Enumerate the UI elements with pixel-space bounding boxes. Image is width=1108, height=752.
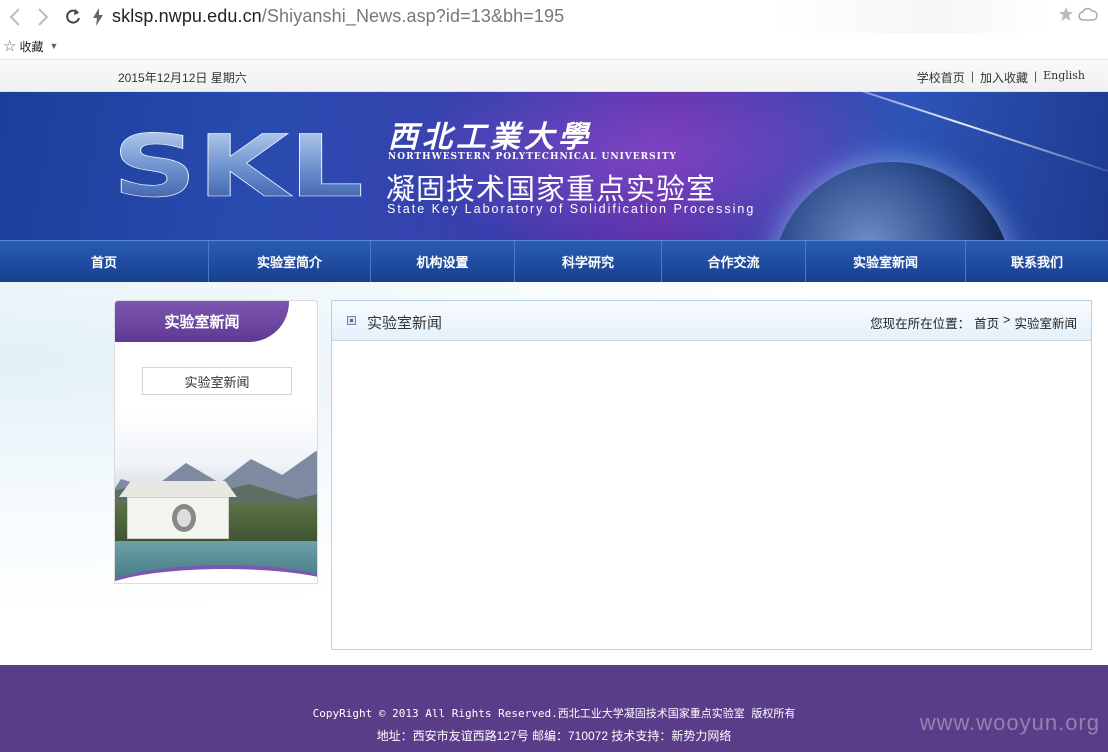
sidebar-item-news[interactable]: 实验室新闻 [142,367,292,395]
university-name-en: NORTHWESTERN POLYTECHNICAL UNIVERSITY [388,152,677,162]
top-links: 学校首页 | 加入收藏 | English [917,69,1085,86]
back-icon[interactable] [4,6,26,28]
top-info-strip: 2015年12月12日 星期六 学校首页 | 加入收藏 | English [0,60,1108,92]
forward-icon[interactable] [32,6,54,28]
breadcrumb-home[interactable]: 首页 [974,313,999,332]
lab-name-en: State Key Laboratory of Solidification P… [387,202,756,216]
bullet-icon [347,316,356,325]
breadcrumb-separator: > [1003,313,1011,327]
address-bar[interactable]: sklsp.nwpu.edu.cn/Shiyanshi_News.asp?id=… [112,6,564,27]
banner-planet [772,162,1012,240]
cloud-icon[interactable] [1078,7,1098,26]
nav-item-news[interactable]: 实验室新闻 [806,241,966,282]
site-banner: SKL 西北工業大學 NORTHWESTERN POLYTECHNICAL UN… [0,92,1108,240]
banner-light-streak [788,92,1108,180]
news-panel: 实验室新闻 您现在所在位置： 首页 > 实验室新闻 [331,300,1092,650]
nav-item-contact[interactable]: 联系我们 [966,241,1108,282]
reload-icon[interactable] [62,6,84,28]
nav-item-organization[interactable]: 机构设置 [371,241,515,282]
main-nav: 首页 实验室简介 机构设置 科学研究 合作交流 实验室新闻 联系我们 [0,240,1108,282]
link-separator: | [1033,69,1038,83]
bookmarks-label[interactable]: 收藏 [19,38,43,55]
bookmark-star-icon[interactable] [1058,6,1074,27]
browser-toolbar: sklsp.nwpu.edu.cn/Shiyanshi_News.asp?id=… [0,0,1108,60]
university-name-cn: 西北工業大學 [388,120,592,155]
content-area: 实验室新闻 实验室新闻 实验室新闻 您现在所在位置： 首页 > 实验室新闻 [0,282,1108,665]
url-path: /Shiyanshi_News.asp?id=13&bh=195 [261,6,565,26]
sidebar-scenery-image [115,411,317,583]
skl-logo-text: SKL [112,130,364,202]
watermark: www.wooyun.org [919,710,1100,735]
nav-item-home[interactable]: 首页 [0,241,209,282]
bookmarks-star-icon[interactable]: ☆ [3,37,16,55]
lightning-icon [90,7,106,27]
site-footer: CopyRight © 2013 All Rights Reserved.西北工… [0,665,1108,752]
breadcrumb-prefix: 您现在所在位置： [870,317,971,331]
breadcrumb-current[interactable]: 实验室新闻 [1014,313,1077,332]
skl-logo: SKL [112,130,364,202]
breadcrumb: 您现在所在位置： 首页 > 实验室新闻 [870,313,1077,332]
sidebar: 实验室新闻 实验室新闻 [114,300,318,584]
bookmarks-bar: ☆ 收藏 ▼ [0,33,1108,60]
link-add-favorite[interactable]: 加入收藏 [980,69,1028,86]
current-date: 2015年12月12日 星期六 [118,71,247,85]
nav-item-research[interactable]: 科学研究 [515,241,662,282]
news-panel-header: 实验室新闻 您现在所在位置： 首页 > 实验室新闻 [332,301,1091,341]
nav-item-cooperation[interactable]: 合作交流 [662,241,806,282]
nav-item-about[interactable]: 实验室简介 [209,241,371,282]
link-separator: | [970,69,974,83]
sidebar-title: 实验室新闻 [115,301,289,342]
link-school-home[interactable]: 学校首页 [917,69,965,86]
pavilion-illustration [119,481,237,551]
chevron-down-icon[interactable]: ▼ [49,41,58,51]
link-english[interactable]: English [1043,69,1085,86]
url-host: sklsp.nwpu.edu.cn [112,6,262,26]
browser-actions [1058,6,1098,27]
news-panel-title: 实验室新闻 [367,315,443,332]
